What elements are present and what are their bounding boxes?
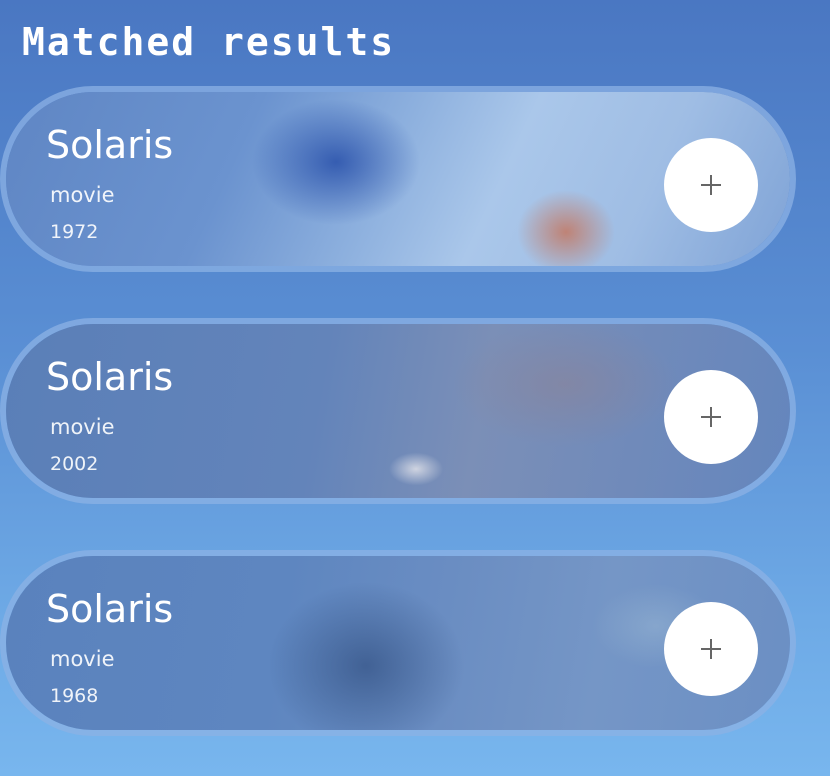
- result-type: movie: [50, 647, 115, 671]
- result-type: movie: [50, 183, 115, 207]
- result-year: 1968: [50, 685, 99, 707]
- add-button[interactable]: [664, 602, 758, 696]
- plus-icon: [701, 639, 721, 659]
- plus-icon: [701, 407, 721, 427]
- result-card[interactable]: Solaris movie 1972: [0, 86, 796, 272]
- plus-icon: [701, 175, 721, 195]
- add-button[interactable]: [664, 370, 758, 464]
- result-year: 1972: [50, 221, 99, 243]
- add-button[interactable]: [664, 138, 758, 232]
- result-title: Solaris: [46, 355, 174, 399]
- result-card[interactable]: Solaris movie 1968: [0, 550, 796, 736]
- result-card[interactable]: Solaris movie 2002: [0, 318, 796, 504]
- page-title: Matched results: [22, 20, 396, 64]
- result-title: Solaris: [46, 123, 174, 167]
- result-title: Solaris: [46, 587, 174, 631]
- result-year: 2002: [50, 453, 99, 475]
- result-type: movie: [50, 415, 115, 439]
